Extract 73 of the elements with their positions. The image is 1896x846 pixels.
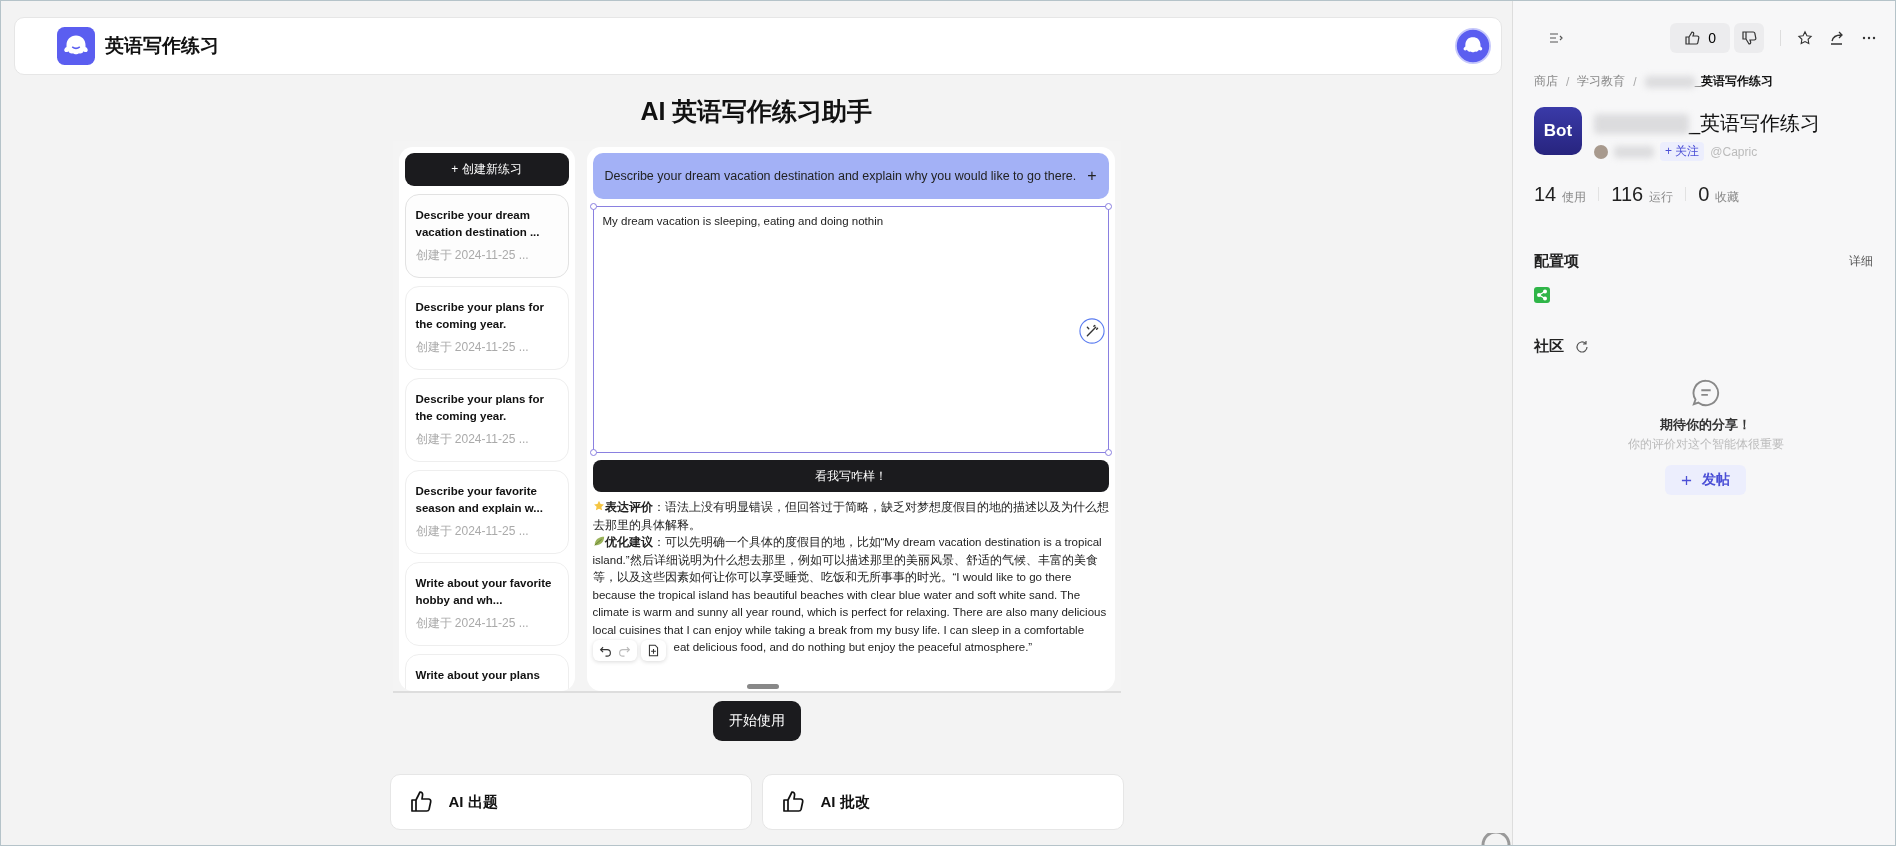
post-button[interactable]: 发帖 xyxy=(1665,465,1746,495)
exercise-title: Write about your plans xyxy=(415,668,541,683)
app-title: 英语写作练习 xyxy=(105,34,220,58)
refresh-icon[interactable] xyxy=(1574,338,1590,355)
plus-icon xyxy=(1681,474,1692,486)
exercise-date: 创建于 2024-11-25 ... xyxy=(415,431,530,448)
chat-bubble-icon xyxy=(1690,378,1721,408)
add-file-icon[interactable] xyxy=(646,644,660,657)
stat-label: 收藏 xyxy=(1715,189,1740,206)
page-title: AI 英语写作练习助手 xyxy=(640,96,873,127)
magic-wand-icon[interactable] xyxy=(1078,318,1105,344)
star-icon[interactable] xyxy=(1797,30,1813,46)
exercise-date: 创建于 2024-11-25 ... xyxy=(415,339,530,356)
like-button[interactable]: 0 xyxy=(1670,23,1730,53)
thumbs-down-icon xyxy=(1741,30,1757,46)
exercise-card[interactable]: Describe your plans for the coming year. 创建于 2024-11-25 ... xyxy=(404,378,569,462)
add-button[interactable]: + xyxy=(1087,167,1097,185)
section-title: 社区 xyxy=(1534,337,1564,356)
drag-handle[interactable] xyxy=(746,684,779,689)
avatar-icon[interactable] xyxy=(1455,28,1491,64)
stat-value: 116 xyxy=(1611,183,1644,206)
feature-card[interactable]: AI 批改 xyxy=(761,774,1124,830)
author-avatar xyxy=(1594,144,1608,159)
leaf-icon xyxy=(592,535,605,547)
star-icon xyxy=(592,500,605,512)
create-exercise-button[interactable]: + 创建新练习 xyxy=(404,153,569,186)
details-link[interactable]: 详细 xyxy=(1849,253,1873,270)
exercise-title: Describe your plans for the coming year. xyxy=(415,392,545,424)
undo-icon[interactable] xyxy=(598,644,612,657)
breadcrumb-link[interactable]: 学习教育 xyxy=(1577,73,1626,90)
exercise-title: Write about your favorite hobby and wh... xyxy=(415,576,553,608)
breadcrumb-link[interactable]: 商店 xyxy=(1534,73,1558,90)
exercise-date: 创建于 2024-11-25 ... xyxy=(415,523,530,540)
prompt-text: Describe your dream vacation destination and explain why you would like to go there. xyxy=(604,169,1077,183)
share-icon[interactable] xyxy=(1829,30,1845,46)
thumbs-up-icon xyxy=(780,790,805,814)
exercise-card[interactable]: Describe your dream vacation destination ... 创建于 2024-11-25 ... xyxy=(404,194,569,278)
bot-logo: Bot xyxy=(1534,107,1582,155)
stat-label: 运行 xyxy=(1649,189,1674,206)
exercise-card[interactable]: Write about your plans xyxy=(404,654,569,691)
breadcrumb-separator: / xyxy=(1633,74,1637,89)
author-handle: @Capric xyxy=(1710,144,1758,159)
ring-icon xyxy=(1481,833,1511,845)
feedback-text: eat delicious food, and do nothing but enjoy the peaceful atmosphere.” xyxy=(673,640,1034,655)
stat-value: 14 xyxy=(1534,183,1557,206)
exercise-card[interactable]: Describe your favorite season and explain w... 创建于 2024-11-25 ... xyxy=(404,470,569,554)
section-title: 配置项 xyxy=(1534,252,1579,271)
stat-label: 使用 xyxy=(1562,189,1587,206)
thumbs-up-icon xyxy=(408,790,433,814)
stat-value: 0 xyxy=(1698,183,1710,206)
breadcrumb-link[interactable]: _英语写作练习 xyxy=(1694,73,1774,90)
ghost-logo-icon xyxy=(57,27,95,65)
exercise-card[interactable]: Describe your plans for the coming year. 创建于 2024-11-25 ... xyxy=(404,286,569,370)
feature-label: AI 出题 xyxy=(448,792,498,812)
feature-label: AI 批改 xyxy=(820,792,870,812)
exercise-card[interactable]: Write about your favorite hobby and wh... 创建于 2024-11-25 ... xyxy=(404,562,569,646)
plugin-icon[interactable] xyxy=(1534,287,1550,303)
feature-card[interactable]: AI 出题 xyxy=(389,774,752,830)
breadcrumb-separator: / xyxy=(1566,74,1570,89)
start-button[interactable]: 开始使用 xyxy=(712,701,801,741)
thumbs-up-icon xyxy=(1684,30,1701,46)
follow-button[interactable]: + 关注 xyxy=(1660,142,1705,161)
exercise-title: Describe your favorite season and explain w... xyxy=(415,484,544,516)
exercise-title: Describe your dream vacation destination ... xyxy=(415,208,541,240)
feedback-paragraph: 表达评价：语法上没有明显错误，但回答过于简略，缺乏对梦想度假目的地的描述以及为什么想去那里的具体解释。 xyxy=(592,499,1109,533)
dislike-button[interactable] xyxy=(1734,23,1764,53)
bot-name: _英语写作练习 xyxy=(1689,111,1821,137)
check-writing-button[interactable]: 看我写咋样！ xyxy=(592,460,1109,492)
empty-title: 期待你的分享！ xyxy=(1660,416,1751,434)
exercise-title: Describe your plans for the coming year. xyxy=(415,300,545,332)
exercise-date: 创建于 2024-11-25 ... xyxy=(415,615,530,632)
exercise-date: 创建于 2024-11-25 ... xyxy=(415,247,530,264)
answer-field[interactable]: My dream vacation is sleeping, eating and doing nothin xyxy=(592,206,1109,453)
